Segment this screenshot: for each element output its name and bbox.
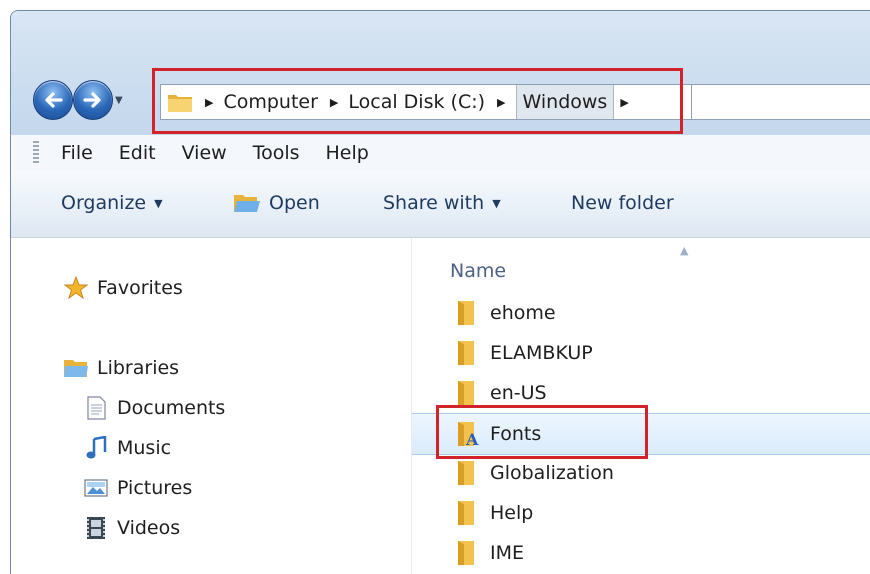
file-row-help[interactable]: Help [412,493,870,533]
folder-icon [458,501,474,525]
nav-libraries[interactable]: Libraries [63,356,179,380]
command-bar: Organize ▼ Open Share with ▼ New folder [11,171,870,238]
menu-file[interactable]: File [61,142,93,164]
menu-view[interactable]: View [182,142,227,164]
folder-icon [458,301,474,325]
file-name: ELAMBKUP [490,342,593,364]
open-button[interactable]: Open [233,192,320,214]
file-row-ime[interactable]: IME [412,533,870,573]
picture-icon [83,476,109,500]
menu-tools[interactable]: Tools [253,142,300,164]
menu-grip [33,141,39,165]
forward-button[interactable] [73,80,113,120]
open-label: Open [269,192,320,214]
file-name: Globalization [490,462,614,484]
folder-icon [458,461,474,485]
file-row-elambkup[interactable]: ELAMBKUP [412,333,870,373]
nav-favorites-label: Favorites [97,277,183,299]
nav-music[interactable]: Music [83,436,171,460]
arrow-right-icon [83,92,101,108]
document-icon [83,396,109,420]
nav-favorites[interactable]: Favorites [63,276,183,300]
nav-pictures-label: Pictures [117,477,193,499]
menu-help[interactable]: Help [326,142,369,164]
file-row-ehome[interactable]: ehome [412,293,870,333]
nav-libraries-label: Libraries [97,357,180,379]
new-folder-label: New folder [571,192,674,214]
file-list: ▲ Name ehome ELAMBKUP en-US A Fonts Glob… [412,238,870,574]
nav-pictures[interactable]: Pictures [83,476,192,500]
star-icon [63,276,89,300]
recent-pages-chevron-down-icon[interactable]: ▼ [115,95,123,106]
film-icon [83,516,109,540]
sort-ascending-icon: ▲ [680,244,689,257]
nav-documents-label: Documents [117,397,226,419]
nav-music-label: Music [117,437,172,459]
organize-label: Organize [61,192,147,214]
folder-icon [458,541,474,565]
library-icon [63,356,89,380]
navigation-pane: Favorites Libraries Documents Music Pict… [11,238,412,574]
organize-button[interactable]: Organize ▼ [61,192,163,214]
menu-bar: File Edit View Tools Help [11,135,870,172]
address-divider [691,84,692,120]
chevron-down-icon: ▼ [492,196,501,210]
explorer-window: ▼ ▶ Computer ▶ Local Disk (C:) ▶ Windows… [10,10,870,574]
menu-edit[interactable]: Edit [119,142,156,164]
back-button[interactable] [33,80,73,120]
nav-videos[interactable]: Videos [83,516,180,540]
file-name: IME [490,542,525,564]
file-row-globalization[interactable]: Globalization [412,453,870,493]
share-with-button[interactable]: Share with ▼ [383,192,501,214]
new-folder-button[interactable]: New folder [571,192,674,214]
fonts-highlight-box [436,405,648,459]
file-name: ehome [490,302,556,324]
folder-icon [458,381,474,405]
music-note-icon [83,436,109,460]
nav-videos-label: Videos [117,517,181,539]
open-folder-icon [234,195,260,212]
file-name: en-US [490,382,547,404]
address-highlight-box [152,68,683,134]
arrow-left-icon [45,92,63,108]
nav-documents[interactable]: Documents [83,396,225,420]
folder-icon [458,341,474,365]
column-header-name[interactable]: Name [450,260,506,282]
chevron-down-icon: ▼ [154,196,163,210]
share-with-label: Share with [383,192,485,214]
file-name: Help [490,502,534,524]
